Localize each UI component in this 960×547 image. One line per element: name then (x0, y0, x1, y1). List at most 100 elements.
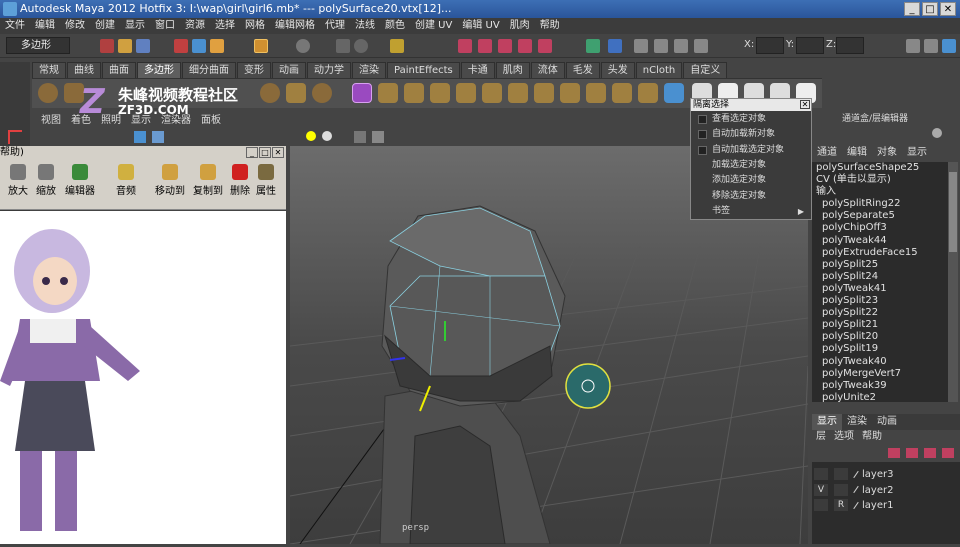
menu-item[interactable]: 网格 (240, 18, 270, 34)
menu-item[interactable]: 创建 UV (410, 18, 457, 34)
channel-box-tab[interactable]: 编辑 (842, 146, 872, 160)
history-scrollbar[interactable] (948, 162, 958, 402)
layer-visibility-toggle[interactable] (814, 499, 828, 511)
layer-row[interactable]: Rlayer1 (814, 499, 954, 513)
uv-editor-icon[interactable] (664, 83, 684, 103)
menu-item[interactable]: 创建 (90, 18, 120, 34)
isolate-select-menu-item[interactable]: 加载选定对象 (692, 158, 810, 173)
bridge-icon[interactable] (404, 83, 424, 103)
history-node[interactable]: polySplit21 (812, 319, 948, 331)
insert-edge-loop-icon[interactable] (482, 83, 502, 103)
mirror-icon[interactable] (586, 83, 606, 103)
layer-editor-tab[interactable]: 动画 (872, 414, 902, 430)
select-object-icon[interactable] (192, 39, 206, 53)
image-plane-icon[interactable] (694, 39, 708, 53)
menu-checkbox[interactable] (698, 130, 707, 140)
shelf-tab[interactable]: 曲面 (102, 62, 136, 78)
shelf-tab[interactable]: 自定义 (683, 62, 728, 78)
menu-item[interactable]: 编辑网格 (270, 18, 320, 34)
channel-box-tab[interactable]: 显示 (902, 146, 932, 160)
viewer-tool-button[interactable]: 属性 (250, 164, 282, 197)
shadow-icon[interactable] (322, 131, 332, 141)
history-node[interactable]: polySplit24 (812, 271, 948, 283)
camera-icon[interactable] (634, 39, 648, 53)
history-icon[interactable] (390, 39, 404, 53)
viewport-menu-item[interactable]: 渲染器 (156, 114, 196, 128)
channel-box-icon[interactable] (942, 39, 956, 53)
isolate-select-icon[interactable] (354, 131, 366, 143)
menu-item[interactable]: 窗口 (150, 18, 180, 34)
shelf-tab[interactable]: 流体 (530, 62, 565, 78)
shelf-tab[interactable]: 变形 (237, 62, 271, 78)
shelf-tab[interactable]: 细分曲面 (182, 62, 236, 78)
shelf-tab[interactable]: 毛发 (565, 62, 600, 78)
viewer-tool-button[interactable]: 复制到 (192, 164, 224, 197)
layer-menu-item[interactable]: 帮助 (858, 430, 886, 444)
isolate-select-menu-item[interactable]: 书签 ▶ (692, 204, 810, 219)
menu-item[interactable]: 帮助 (535, 18, 565, 34)
select-hierarchy-icon[interactable] (174, 39, 188, 53)
maximize-button[interactable]: □ (922, 2, 938, 16)
shelf-tab[interactable]: 常规 (32, 62, 66, 78)
popup-close-button[interactable]: ✕ (800, 100, 810, 109)
light-icon[interactable] (306, 131, 316, 141)
history-node[interactable]: polySplitRing22 (812, 198, 948, 210)
channel-box-tab[interactable]: 通道 (812, 146, 842, 160)
menu-item[interactable]: 文件 (0, 18, 30, 34)
viewport-menu-item[interactable]: 面板 (196, 114, 226, 128)
open-scene-icon[interactable] (118, 39, 132, 53)
input-line-icon[interactable] (586, 39, 600, 53)
menu-item[interactable]: 显示 (120, 18, 150, 34)
menu-item[interactable]: 编辑 UV (457, 18, 504, 34)
shelf-tab[interactable]: 动力学 (307, 62, 351, 78)
layer-display-type-toggle[interactable]: R (834, 499, 848, 511)
viewer-close-button[interactable]: ✕ (272, 147, 284, 158)
history-node[interactable]: polyExtrudeFace15 (812, 247, 948, 259)
menu-item[interactable]: 编辑 (30, 18, 60, 34)
render-icon[interactable] (458, 39, 472, 53)
poly-sphere-icon[interactable] (38, 83, 58, 103)
viewport-menu-item[interactable]: 照明 (96, 114, 126, 128)
quadrangulate-icon[interactable] (638, 83, 658, 103)
input-toggle-icon[interactable] (608, 39, 622, 53)
y-field[interactable] (796, 37, 824, 54)
menu-item[interactable]: 选择 (210, 18, 240, 34)
channel-box-help-icon[interactable] (932, 128, 942, 138)
channel-box-tab[interactable]: 对象 (872, 146, 902, 160)
shelf-tab[interactable]: nCloth (635, 62, 683, 78)
move-layer-down-icon[interactable] (942, 448, 954, 458)
history-node[interactable]: 输入 (812, 186, 948, 198)
shelf-tab[interactable]: 卡通 (460, 62, 495, 78)
viewport-menu-item[interactable]: 显示 (126, 114, 156, 128)
layer-visibility-toggle[interactable] (814, 468, 828, 480)
scrollbar-thumb[interactable] (949, 172, 957, 252)
triangulate-icon[interactable] (612, 83, 632, 103)
layer-display-type-toggle[interactable] (834, 468, 848, 480)
shelf-tab[interactable]: 肌肉 (495, 62, 530, 78)
history-node[interactable]: CV (单击以显示) (812, 174, 948, 186)
layer-visibility-toggle[interactable]: V (814, 483, 828, 496)
extrude-icon[interactable] (378, 83, 398, 103)
new-scene-icon[interactable] (100, 39, 114, 53)
poly-plane-icon[interactable] (286, 83, 306, 103)
append-poly-icon[interactable] (430, 83, 450, 103)
history-node[interactable]: polyTweak39 (812, 380, 948, 392)
history-node[interactable]: polyChipOff3 (812, 222, 948, 234)
menu-item[interactable]: 资源 (180, 18, 210, 34)
isolate-select-menu-item[interactable]: 移除选定对象 (692, 189, 810, 204)
render-settings-icon[interactable] (498, 39, 512, 53)
attribute-editor-icon[interactable] (906, 39, 920, 53)
magnet-icon[interactable] (538, 39, 552, 53)
isolate-select-menu-item[interactable]: 自动加载新对象 (692, 127, 810, 142)
isolate-select-menu-item[interactable]: 自动加载选定对象 (692, 143, 810, 158)
history-node[interactable]: polySplit25 (812, 259, 948, 271)
shelf-tab[interactable]: 动画 (272, 62, 306, 78)
layer-menu-item[interactable]: 选项 (830, 430, 858, 444)
menu-item[interactable]: 代理 (320, 18, 350, 34)
history-node[interactable]: polyTweak40 (812, 356, 948, 368)
history-node[interactable]: polySplit23 (812, 295, 948, 307)
camera-attr-icon[interactable] (654, 39, 668, 53)
history-node[interactable]: polySplit22 (812, 307, 948, 319)
shelf-tab[interactable]: 渲染 (352, 62, 386, 78)
save-scene-icon[interactable] (136, 39, 150, 53)
